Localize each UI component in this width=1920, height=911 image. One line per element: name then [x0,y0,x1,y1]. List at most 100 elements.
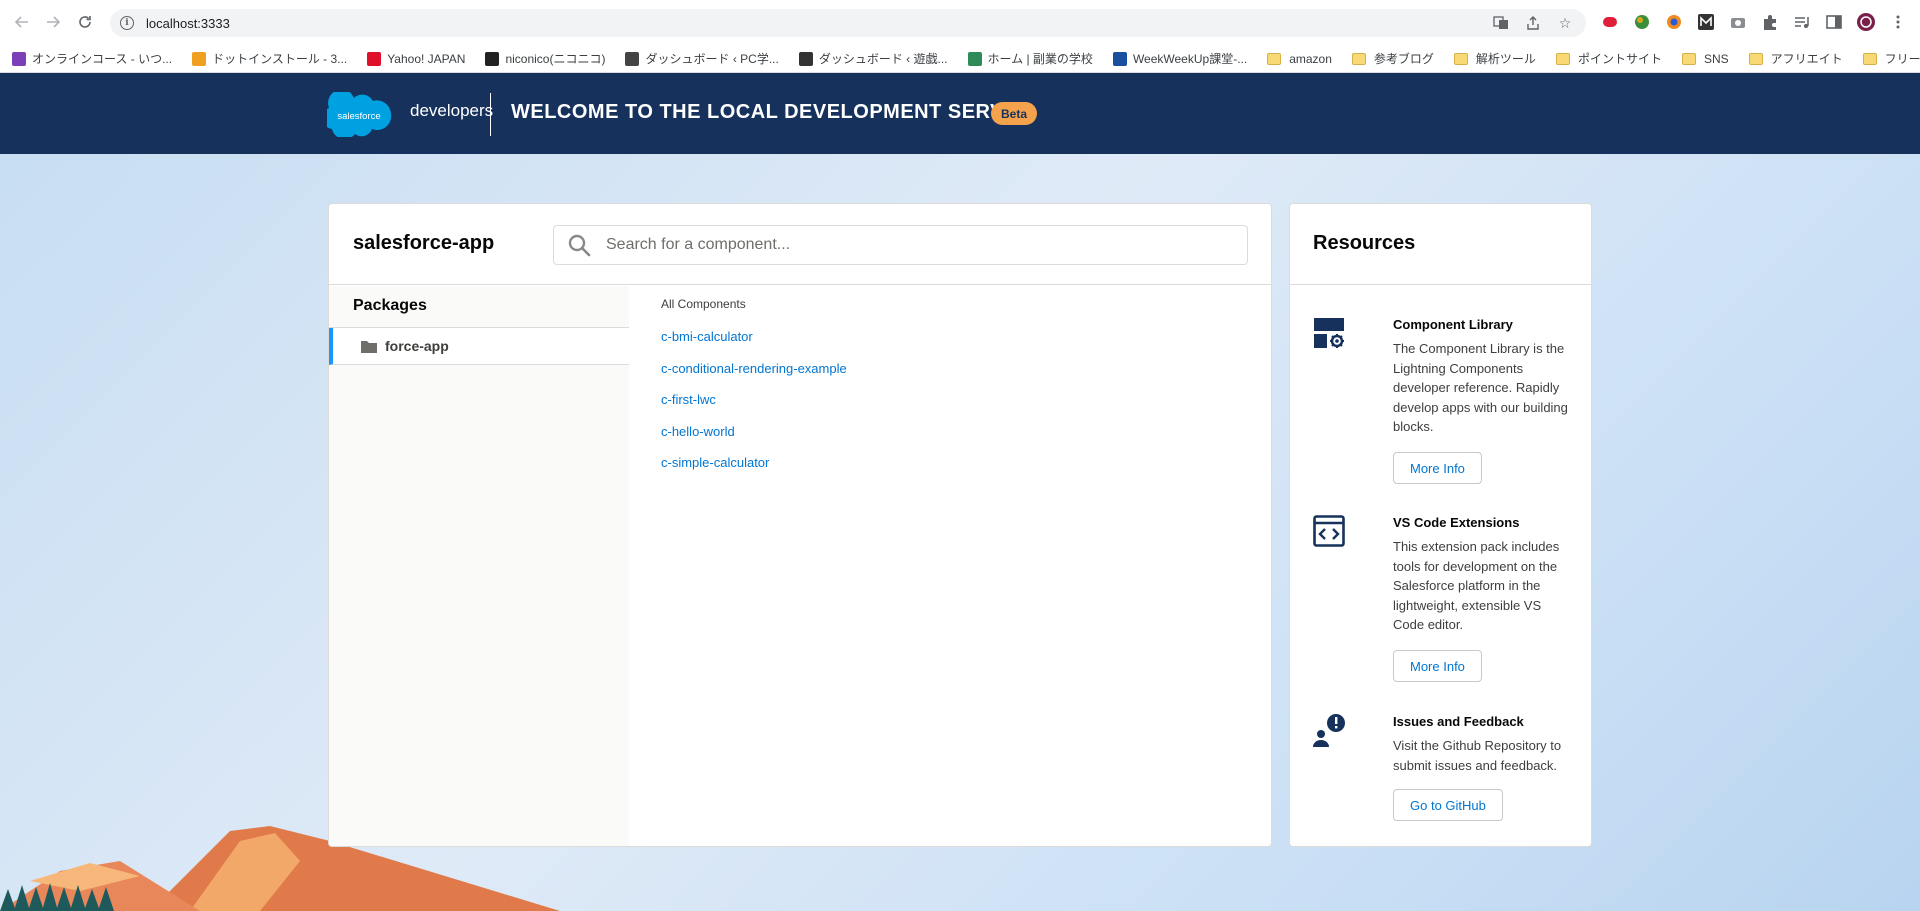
folder-icon [1555,52,1570,65]
search-icon [568,234,591,257]
tab-strip-edge [0,0,1920,7]
developers-label: developers [410,101,494,120]
page-content: salesforce developers Welcome to the Loc… [0,73,1920,911]
bookmark-item[interactable]: ダッシュボード ‹ 遊戯... [798,47,948,71]
folder-icon [361,341,377,353]
bookmark-folder[interactable]: ポイントサイト [1555,47,1662,71]
folder-icon [1351,52,1366,65]
bookmark-label: ダッシュボード ‹ 遊戯... [818,52,948,66]
components-card: salesforce-app Packages force-app All Co… [328,203,1272,847]
bookmark-label: ドットインストール - 3... [212,52,348,66]
code-icon [1313,515,1345,547]
all-components-title: All Components [661,297,746,311]
bookmark-item[interactable]: オンラインコース - いつ... [12,47,172,71]
arrow-left-icon [14,16,28,28]
profile-avatar[interactable] [1856,12,1876,32]
favicon-icon [12,51,26,66]
feedback-icon [1313,714,1345,747]
folder-icon [1748,52,1763,65]
bookmark-label: アフリエイト [1770,52,1843,66]
extension-globe-icon[interactable] [1632,12,1652,32]
favicon-icon [625,51,640,66]
bookmark-label: ダッシュボード ‹ PC学... [645,52,779,66]
bookmark-folder[interactable]: SNS [1681,47,1729,71]
folder-icon [1267,52,1282,65]
forward-button[interactable] [43,12,63,32]
camera-icon[interactable] [1728,12,1748,32]
folder-icon [1862,52,1877,65]
back-button[interactable] [12,12,32,32]
bookmark-label: ホーム | 副業の学校 [987,52,1093,66]
go-to-github-button[interactable]: Go to GitHub [1393,789,1503,821]
component-link[interactable]: c-bmi-calculator [661,329,753,344]
reload-icon [79,16,91,28]
extensions-puzzle-icon[interactable] [1760,12,1780,32]
bookmark-label: フリーランス [1884,52,1920,66]
bookmark-label: amazon [1289,51,1332,66]
bookmark-folder[interactable]: 解析ツール [1453,47,1536,71]
bookmark-item[interactable]: WeekWeekUp課堂-... [1112,47,1248,71]
bookmark-label: 解析ツール [1475,52,1536,66]
beta-badge: Beta [991,102,1038,125]
component-library-icon [1314,318,1344,348]
extension-red-icon[interactable] [1600,12,1620,32]
bookmark-folder[interactable]: 参考ブログ [1351,47,1434,71]
address-url[interactable]: localhost:3333 [146,16,230,31]
resource-description: Visit the Github Repository to submit is… [1393,738,1562,773]
extension-swirl-icon[interactable] [1664,12,1684,32]
logo-text: salesforce [337,111,380,122]
bookmark-item[interactable]: ダッシュボード ‹ PC学... [625,47,779,71]
bookmark-folder[interactable]: amazon [1267,47,1332,71]
bookmark-folder[interactable]: フリーランス [1862,47,1920,71]
component-link[interactable]: c-conditional-rendering-example [661,361,847,376]
favicon-icon [1112,51,1127,66]
bookmarks-bar: オンラインコース - いつ... ドットインストール - 3... Yahoo! J… [0,45,1920,73]
reload-button[interactable] [75,12,95,32]
media-queue-icon[interactable] [1792,12,1812,32]
bookmark-folder[interactable]: アフリエイト [1748,47,1843,71]
bookmark-label: Yahoo! JAPAN [387,51,466,66]
component-search[interactable] [553,225,1248,265]
bookmark-item[interactable]: niconico(ニコニコ) [485,47,605,71]
bookmark-star-icon[interactable]: ☆ [1556,14,1574,32]
folder-icon [1681,52,1696,65]
resource-title: Component Library [1393,317,1513,332]
bookmark-item[interactable]: ホーム | 副業の学校 [967,47,1093,71]
resources-header: Resources [1290,204,1591,285]
component-link[interactable]: c-first-lwc [661,392,716,407]
app-name: salesforce-app [353,232,495,254]
resource-description: This extension pack includes tools for d… [1393,539,1560,633]
header-divider [490,93,491,136]
share-icon[interactable] [1524,14,1542,32]
bookmark-item[interactable]: ドットインストール - 3... [192,47,347,71]
bookmark-label: オンラインコース - いつ... [32,52,173,66]
components-card-header: salesforce-app [329,204,1271,285]
favicon-icon [798,51,813,66]
address-bar[interactable]: i localhost:3333 ☆ [110,9,1586,37]
favicon-icon [367,51,382,66]
browser-toolbar: i localhost:3333 ☆ [0,0,1920,45]
bookmark-label: ポイントサイト [1577,52,1662,66]
browser-menu-icon[interactable] [1888,12,1908,32]
more-info-button[interactable]: More Info [1393,452,1482,484]
info-icon[interactable]: i [120,16,134,30]
translate-icon[interactable] [1492,14,1510,32]
sf-header: salesforce developers Welcome to the Loc… [0,73,1920,154]
resources-card: Resources Component Library The Componen… [1289,203,1592,847]
more-info-button[interactable]: More Info [1393,650,1482,682]
package-item-force-app[interactable]: force-app [329,328,629,365]
component-link[interactable]: c-simple-calculator [661,455,769,470]
search-input[interactable] [604,230,1204,260]
extension-m-icon[interactable] [1696,12,1716,32]
bookmark-item[interactable]: Yahoo! JAPAN [367,47,465,71]
salesforce-logo[interactable]: salesforce [327,92,393,137]
resource-title: VS Code Extensions [1393,515,1520,530]
favicon-icon [192,51,207,66]
packages-title: Packages [353,297,427,314]
component-link[interactable]: c-hello-world [661,424,735,439]
resources-title: Resources [1313,232,1416,254]
bookmark-label: niconico(ニコニコ) [505,52,606,66]
folder-icon [1453,52,1468,65]
side-panel-icon[interactable] [1824,12,1844,32]
bookmark-label: WeekWeekUp課堂-... [1132,52,1248,66]
